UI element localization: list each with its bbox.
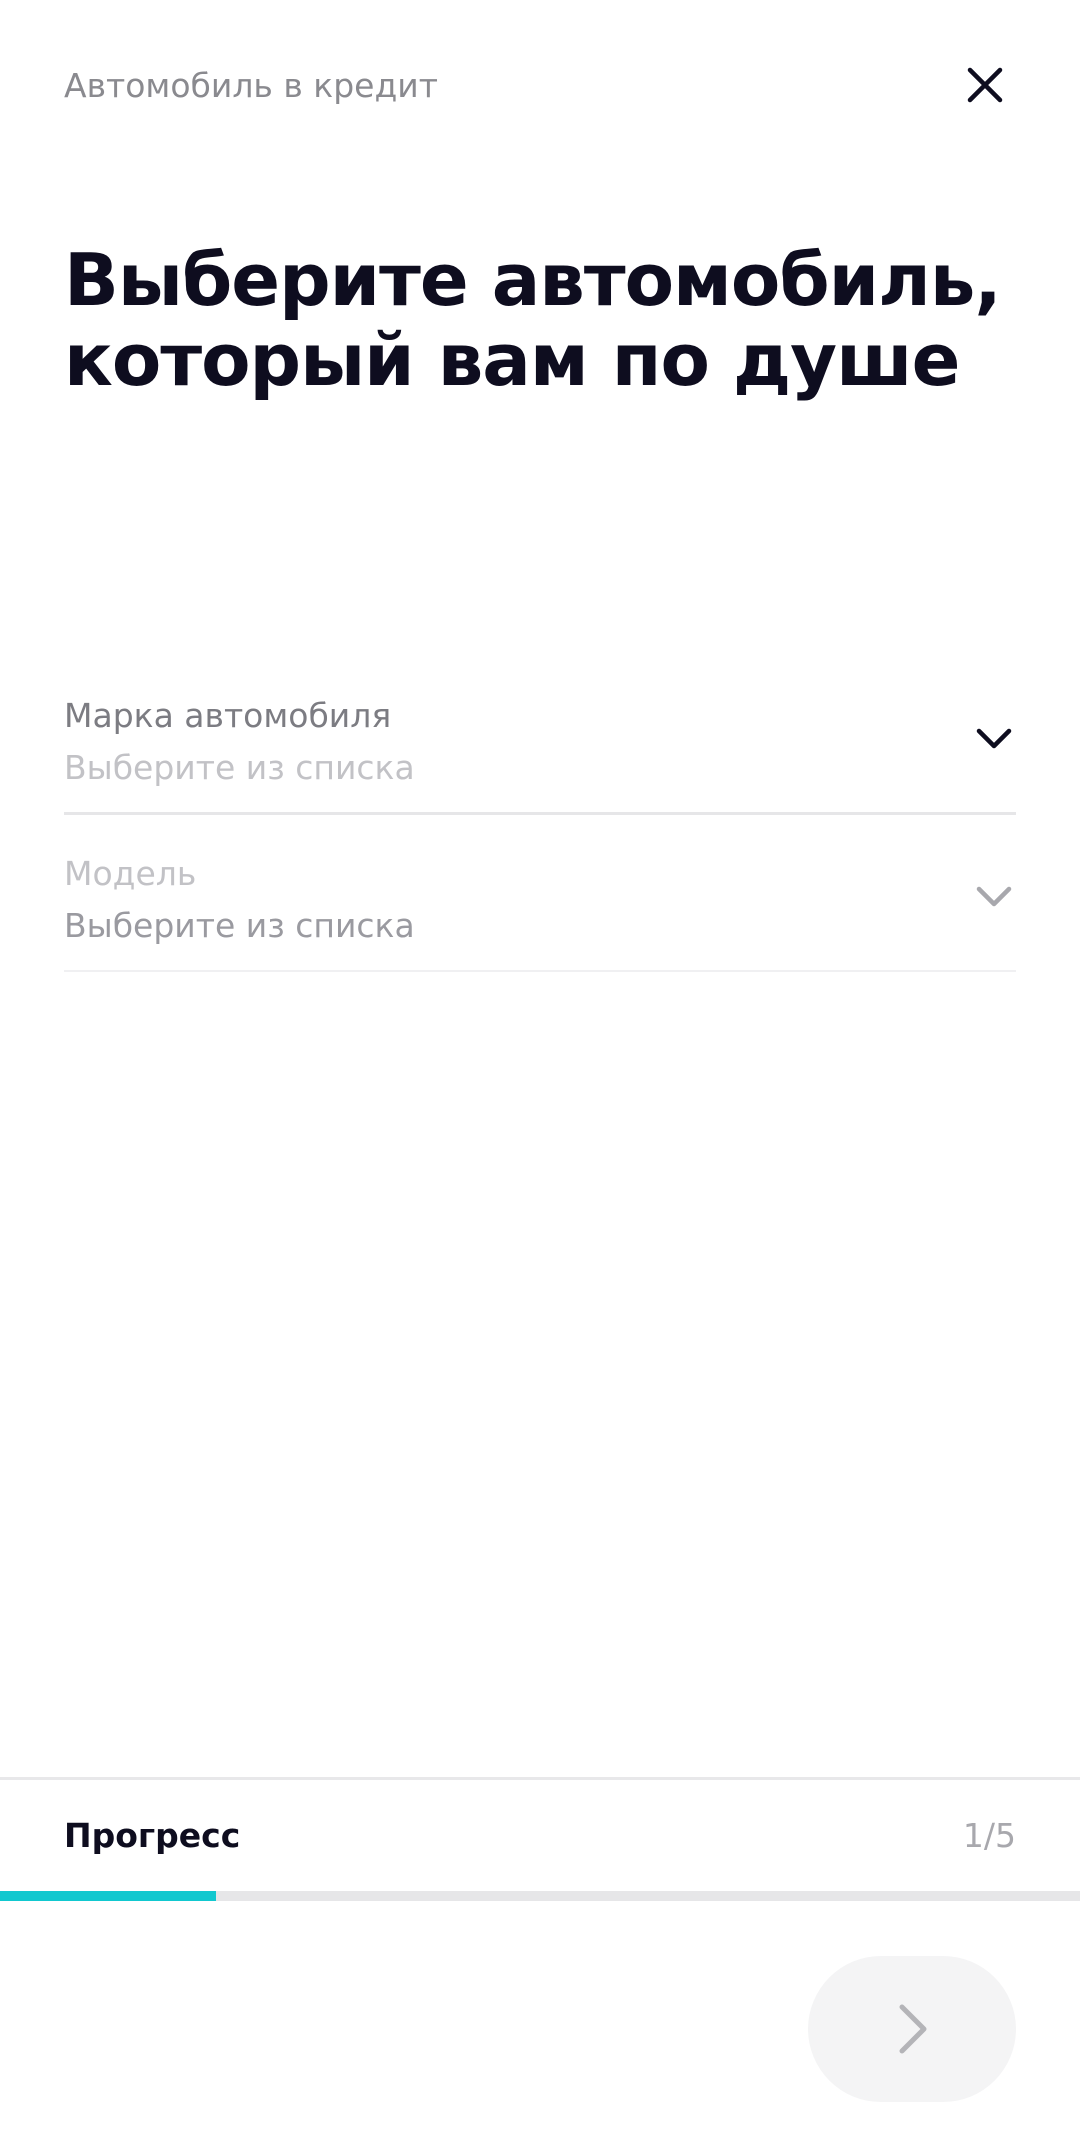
progress-label: Прогресс: [64, 1816, 241, 1855]
car-brand-select[interactable]: Марка автомобиля Выберите из списка: [64, 654, 1016, 815]
page-headline: Выберите автомобиль, который вам по душе: [64, 240, 1024, 400]
car-brand-label: Марка автомобиля: [64, 696, 392, 735]
chevron-down-icon: [976, 886, 1012, 907]
headline-line-1: Выберите автомобиль,: [64, 238, 1002, 322]
next-button[interactable]: [808, 1956, 1016, 2102]
headline-line-2: который вам по душе: [64, 318, 960, 402]
close-icon: [967, 67, 1003, 103]
progress-bar: [0, 1891, 1080, 1901]
car-brand-placeholder: Выберите из списка: [64, 748, 415, 787]
car-model-select[interactable]: Модель Выберите из списка: [64, 812, 1016, 972]
page-header-title: Автомобиль в кредит: [64, 66, 438, 105]
close-button[interactable]: [955, 55, 1015, 115]
car-model-label: Модель: [64, 854, 197, 893]
chevron-down-icon: [976, 728, 1012, 749]
progress-step-count: 1/5: [962, 1816, 1016, 1855]
chevron-right-icon: [899, 2004, 927, 2054]
car-model-placeholder: Выберите из списка: [64, 906, 415, 945]
footer-divider: [0, 1777, 1080, 1780]
progress-bar-fill: [0, 1891, 216, 1901]
